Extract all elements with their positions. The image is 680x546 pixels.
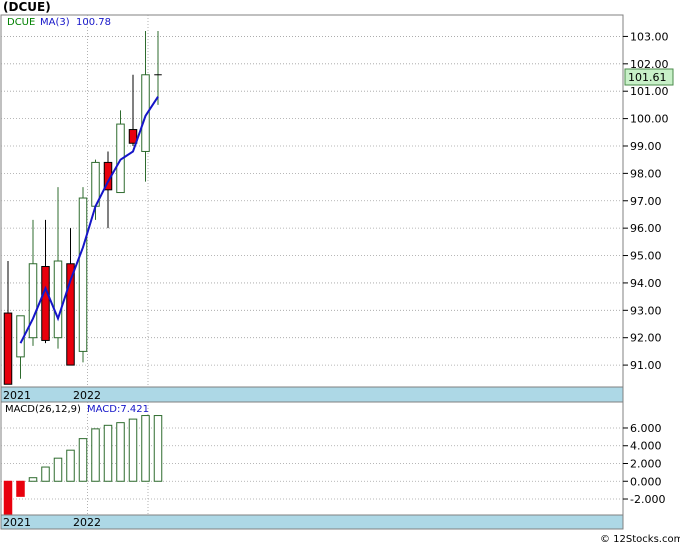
price-tick-label: 98.00 — [630, 167, 662, 180]
chart-title: (DCUE) — [3, 0, 51, 14]
macd-year-label: 2021 — [3, 516, 31, 529]
legend-dcue: DCUE — [7, 17, 35, 28]
candle — [78, 187, 88, 363]
macd-bar — [41, 466, 50, 482]
candle-body — [3, 312, 13, 385]
candle-body — [53, 260, 63, 339]
price-year-label: 2022 — [73, 389, 101, 402]
last-price-label: 101.61 — [628, 71, 667, 84]
footer-credit: © 12Stocks.com — [600, 534, 680, 545]
macd-tick-label: 0.000 — [630, 475, 662, 488]
price-tick-label: 94.00 — [630, 277, 662, 290]
macd-tick-label: 6.000 — [630, 422, 662, 435]
candle-body — [78, 197, 88, 352]
macd-bar — [116, 422, 125, 482]
macd-bar — [153, 415, 163, 482]
price-tick-label: 96.00 — [630, 222, 662, 235]
price-panel: 103.00102.00101.00100.0099.0098.0097.009… — [0, 14, 674, 403]
price-tick-label: 100.00 — [630, 113, 669, 126]
macd-year-label: 2022 — [73, 516, 101, 529]
candle-body — [41, 265, 50, 341]
price-year-label: 2021 — [3, 389, 31, 402]
price-tick-label: 103.00 — [630, 30, 669, 43]
macd-panel: 6.000 4.000 2.000 0.000 -2.000 2021 2022 MACD… — [0, 401, 665, 530]
macd-bar — [16, 480, 25, 497]
last-price-badge: 101.61 — [624, 68, 674, 86]
price-tick-label: 97.00 — [630, 195, 662, 208]
legend-macd-value: MACD:7.421 — [87, 404, 149, 415]
macd-bar — [141, 415, 150, 482]
macd-bar — [66, 449, 75, 482]
macd-bar — [3, 480, 13, 516]
macd-bar — [128, 418, 138, 482]
macd-tick-label: 4.000 — [630, 440, 662, 453]
stock-chart: (DCUE) 103.00102.00101.00100.0099.0098.0… — [0, 0, 680, 545]
price-tick-label: 92.00 — [630, 332, 662, 345]
legend-ma-value: 100.78 — [76, 17, 111, 28]
macd-axis: 6.000 4.000 2.000 0.000 -2.000 — [623, 422, 665, 506]
price-tick-label: 101.00 — [630, 85, 669, 98]
price-tick-label: 99.00 — [630, 140, 662, 153]
macd-bar — [91, 428, 100, 482]
candle-body — [28, 263, 38, 339]
macd-bar — [78, 438, 88, 482]
price-tick-label: 93.00 — [630, 304, 662, 317]
price-tick-label: 91.00 — [630, 359, 662, 372]
macd-tick-label: -2.000 — [630, 493, 665, 506]
macd-bar — [28, 477, 38, 482]
macd-bar — [53, 457, 63, 482]
legend-macd: MACD(26,12,9) — [5, 404, 81, 415]
macd-tick-label: 2.000 — [630, 458, 662, 471]
price-tick-label: 95.00 — [630, 250, 662, 263]
legend-ma: MA(3) — [40, 17, 70, 28]
macd-bar — [103, 424, 113, 482]
